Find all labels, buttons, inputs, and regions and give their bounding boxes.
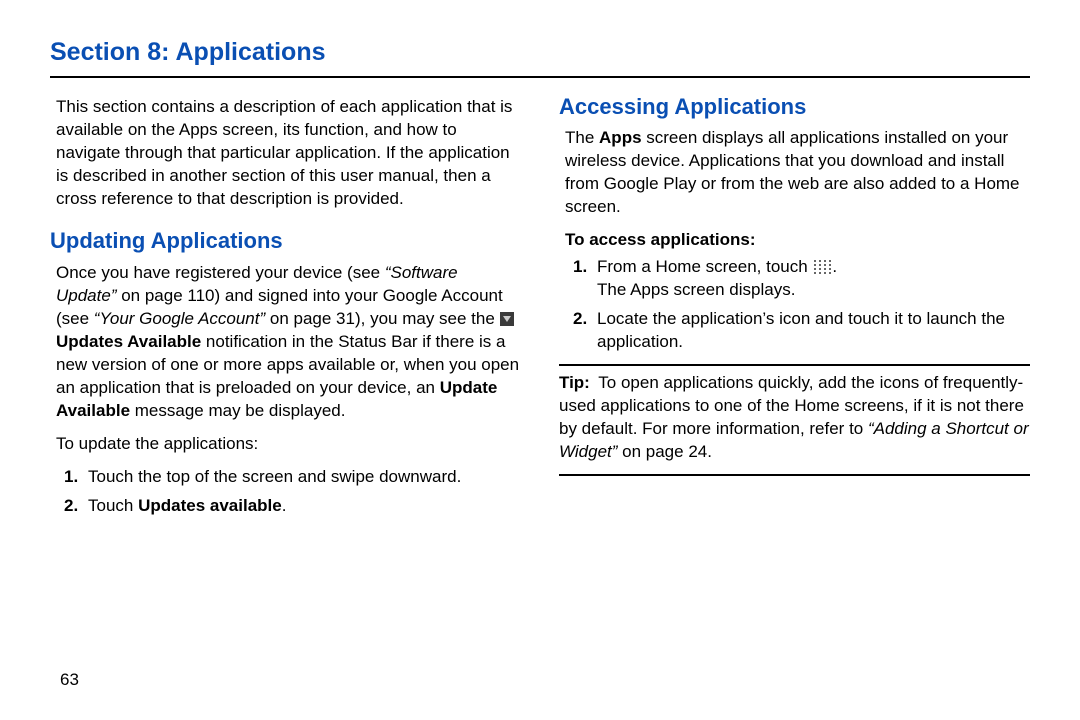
apps-grid-icon <box>814 260 830 274</box>
text: on page 31), you may see the <box>270 309 500 328</box>
step-text: Touch the top of the screen and swipe do… <box>88 466 461 489</box>
step-text: From a Home screen, touch . The Apps scr… <box>597 256 837 302</box>
step-number: 2. <box>573 308 597 354</box>
step-text-line2: The Apps screen displays. <box>597 280 795 299</box>
accessing-paragraph: The Apps screen displays all application… <box>565 127 1030 219</box>
heading-accessing-apps: Accessing Applications <box>559 92 1030 122</box>
two-column-layout: This section contains a description of e… <box>50 92 1030 526</box>
step-number: 2. <box>64 495 88 518</box>
text: Once you have registered your device (se… <box>56 263 385 282</box>
tip-content: Tip: To open applications quickly, add t… <box>559 372 1030 464</box>
step-1: 1. From a Home screen, touch . The Apps … <box>573 256 1030 302</box>
step-number: 1. <box>64 466 88 489</box>
text: From a Home screen, touch <box>597 257 812 276</box>
step-1: 1. Touch the top of the screen and swipe… <box>64 466 521 489</box>
left-column: This section contains a description of e… <box>50 92 521 526</box>
step-2: 2. Touch Updates available. <box>64 495 521 518</box>
page-number: 63 <box>60 669 79 692</box>
access-steps: 1. From a Home screen, touch . The Apps … <box>559 256 1030 354</box>
heading-updating-apps: Updating Applications <box>50 226 521 256</box>
notification-icon <box>500 312 514 326</box>
update-steps: 1. Touch the top of the screen and swipe… <box>50 466 521 518</box>
intro-paragraph: This section contains a description of e… <box>56 96 521 211</box>
tip-label: Tip: <box>559 373 590 392</box>
tip-block: Tip: To open applications quickly, add t… <box>559 372 1030 464</box>
bold-updates-available: Updates Available <box>56 332 201 351</box>
page: Section 8: Applications This section con… <box>0 0 1080 720</box>
step-text: Touch Updates available. <box>88 495 286 518</box>
text: . <box>282 496 287 515</box>
bold-apps: Apps <box>599 128 642 147</box>
tip-text: on page 24. <box>617 442 712 461</box>
text: The <box>565 128 599 147</box>
tip-rule-bottom <box>559 474 1030 476</box>
step-number: 1. <box>573 256 597 302</box>
to-access-heading: To access applications: <box>565 229 1030 252</box>
to-update-label: To update the applications: <box>56 433 521 456</box>
title-rule <box>50 76 1030 78</box>
text: . <box>832 257 837 276</box>
crossref-google-account: “Your Google Account” <box>94 309 270 328</box>
right-column: Accessing Applications The Apps screen d… <box>559 92 1030 526</box>
text: Touch <box>88 496 138 515</box>
tip-rule-top <box>559 364 1030 366</box>
updating-paragraph: Once you have registered your device (se… <box>56 262 521 423</box>
step-2: 2. Locate the application’s icon and tou… <box>573 308 1030 354</box>
text: message may be displayed. <box>130 401 345 420</box>
step-text: Locate the application’s icon and touch … <box>597 308 1030 354</box>
bold-updates-available: Updates available <box>138 496 282 515</box>
section-title: Section 8: Applications <box>50 36 1030 70</box>
